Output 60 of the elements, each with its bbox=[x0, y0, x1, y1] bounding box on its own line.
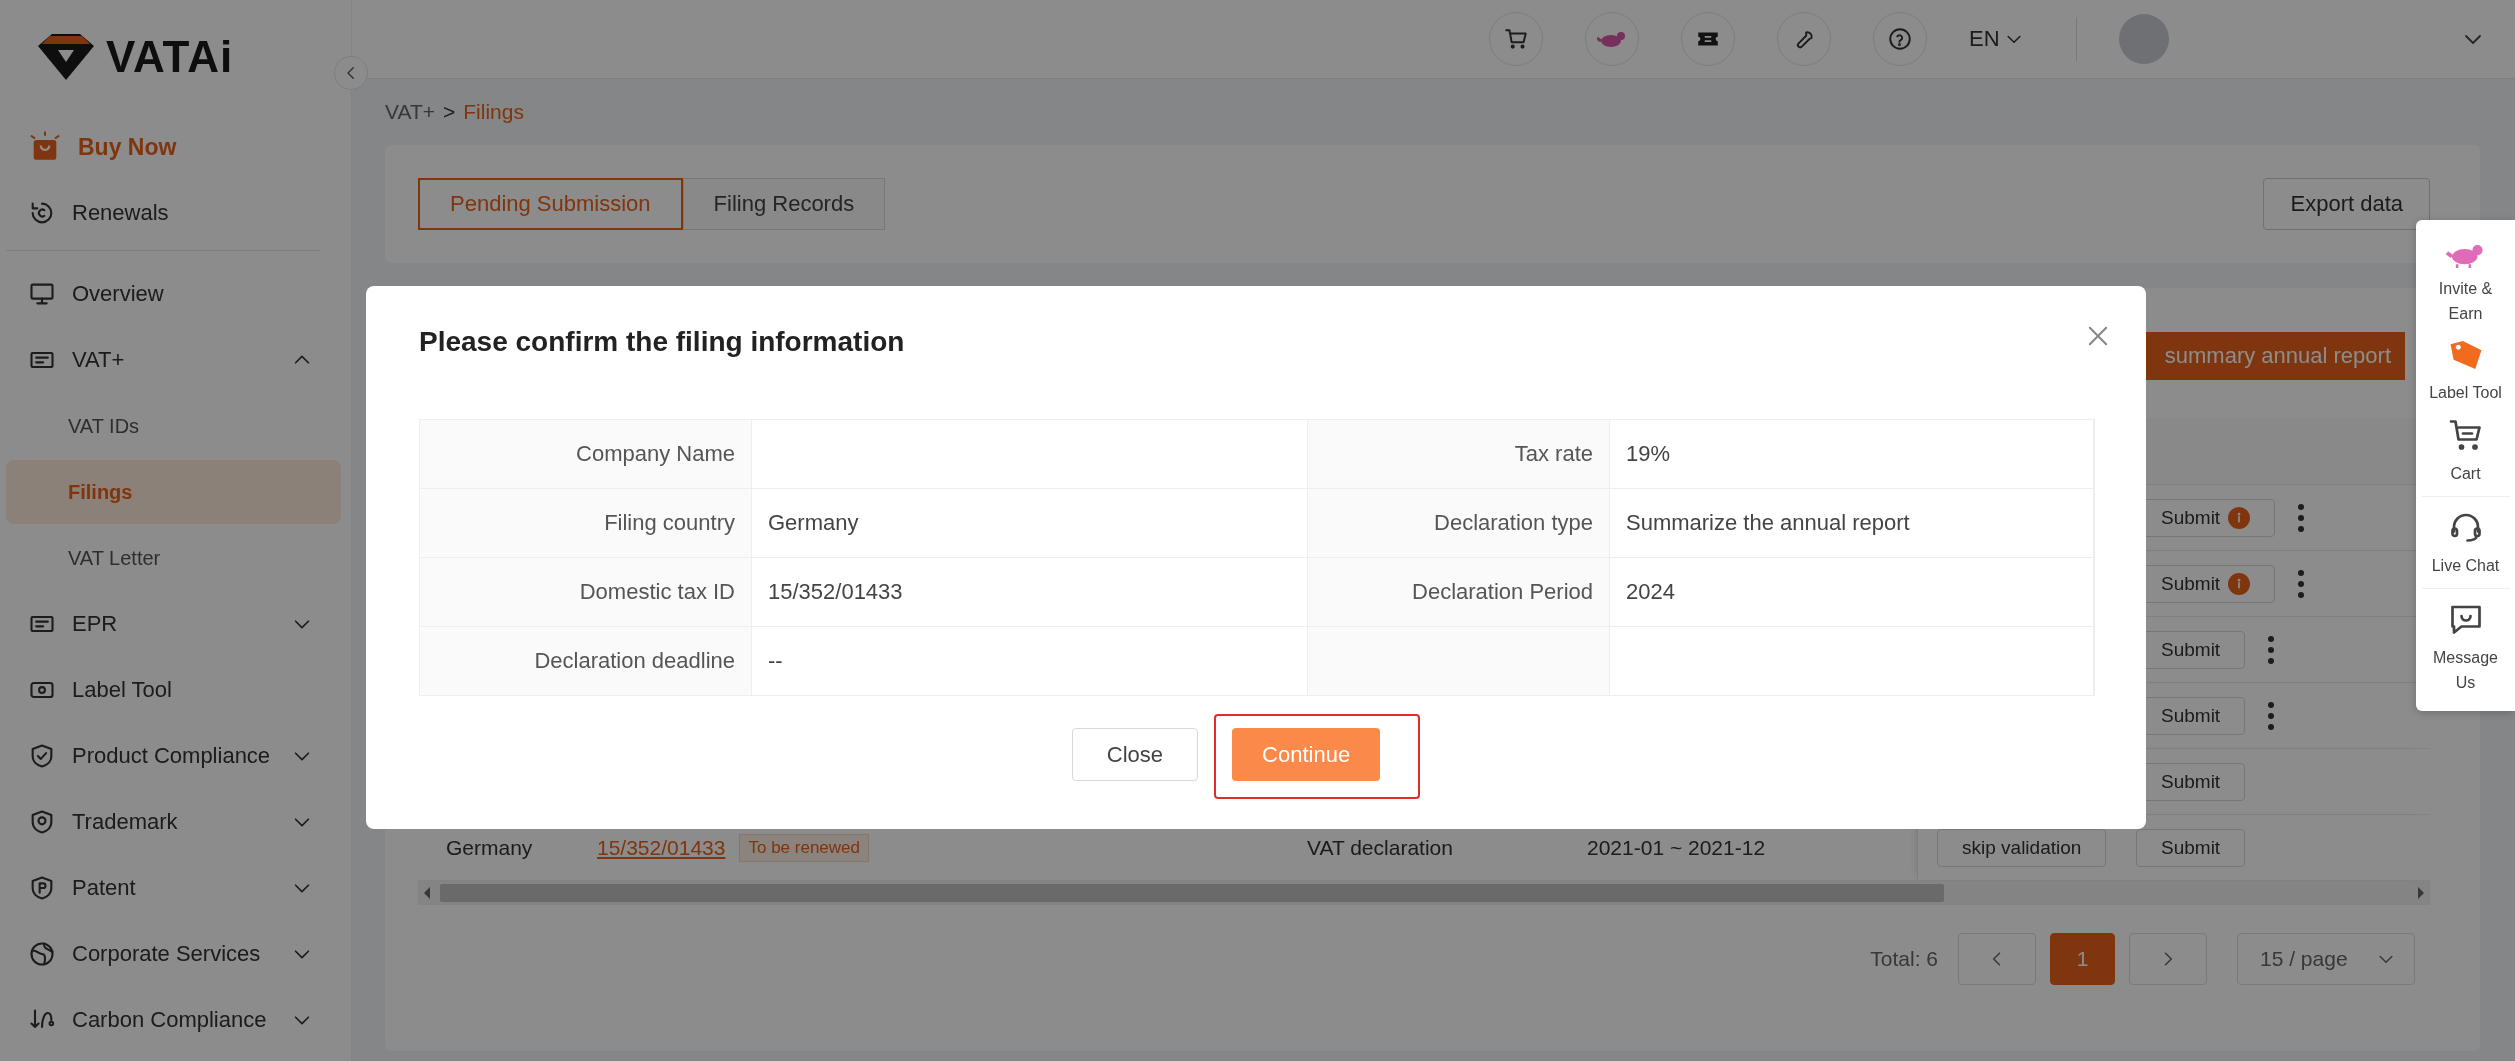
nav-item[interactable]: Buy Now bbox=[6, 115, 341, 179]
floating-panel-item[interactable]: Message Us bbox=[2421, 588, 2510, 705]
field-value: Summarize the annual report bbox=[1610, 489, 2094, 558]
more-icon[interactable] bbox=[2267, 634, 2276, 665]
nav-item[interactable]: Renewals bbox=[6, 181, 341, 245]
nav-item[interactable]: Corporate Services bbox=[6, 922, 341, 986]
nav-item[interactable]: Patent bbox=[6, 856, 341, 920]
nav-item[interactable]: VAT+ bbox=[6, 328, 341, 392]
field-value: 2024 bbox=[1610, 558, 2094, 627]
field-value: 15/352/01433 bbox=[752, 558, 1308, 627]
more-icon[interactable] bbox=[2267, 700, 2276, 731]
field-value: Germany bbox=[752, 489, 1308, 558]
table-cell: 2021-01 ~ 2021-12 bbox=[1587, 835, 1766, 859]
nav-item[interactable]: EPR bbox=[6, 592, 341, 656]
language-selector[interactable]: EN bbox=[1969, 26, 2024, 52]
breadcrumb-separator: > bbox=[443, 100, 456, 124]
floating-panel-item[interactable]: Live Chat bbox=[2421, 496, 2510, 588]
logo-icon bbox=[36, 32, 96, 82]
cart-icon bbox=[2447, 417, 2484, 453]
field-label: Declaration Period bbox=[1308, 558, 1610, 627]
total-count: Total: 6 bbox=[1870, 947, 1938, 971]
logo-text: VATAi bbox=[106, 32, 234, 82]
tab[interactable]: Pending Submission bbox=[418, 178, 683, 230]
floating-panel-item[interactable]: Cart bbox=[2421, 415, 2510, 496]
field-label: Declaration type bbox=[1308, 489, 1610, 558]
help-icon bbox=[1887, 26, 1913, 52]
close-button[interactable]: Close bbox=[1071, 728, 1199, 781]
cart-icon bbox=[1503, 26, 1529, 52]
globe-icon bbox=[28, 940, 56, 968]
field-value: 19% bbox=[1610, 420, 2094, 489]
more-icon[interactable] bbox=[2297, 568, 2306, 599]
field-label: Filing country bbox=[420, 489, 752, 558]
tab[interactable]: Filing Records bbox=[682, 178, 886, 230]
breadcrumb-item[interactable]: VAT+ bbox=[385, 100, 435, 124]
submit-button[interactable]: Submit bbox=[2136, 828, 2246, 867]
field-label: Declaration deadline bbox=[420, 627, 752, 696]
horizontal-scrollbar[interactable] bbox=[418, 881, 2430, 905]
field-label: Domestic tax ID bbox=[420, 558, 752, 627]
floating-panel-item[interactable]: Label Tool bbox=[2421, 336, 2510, 415]
nav-item[interactable]: Carbon Compliance bbox=[6, 988, 341, 1052]
field-label: Tax rate bbox=[1308, 420, 1610, 489]
table-cell: Germany bbox=[446, 835, 533, 859]
nav-item[interactable]: Label Tool bbox=[6, 658, 341, 722]
page-size-select[interactable]: 15 / page bbox=[2237, 933, 2415, 985]
field-label: Company Name bbox=[420, 420, 752, 489]
nav-item[interactable]: Trademark bbox=[6, 790, 341, 854]
sub-nav-item[interactable]: VAT IDs bbox=[6, 394, 341, 458]
status-tag: To be renewed bbox=[739, 833, 869, 862]
field-value: -- bbox=[752, 627, 1308, 696]
nav-item[interactable]: Product Compliance bbox=[6, 724, 341, 788]
page-button[interactable]: 1 bbox=[2050, 933, 2115, 985]
more-icon[interactable] bbox=[2297, 502, 2306, 533]
tax-id-link[interactable]: 15/352/01433 bbox=[597, 835, 726, 860]
sub-nav-item[interactable]: VAT Letter bbox=[6, 526, 341, 590]
floating-panel-item[interactable]: Invite & Earn bbox=[2421, 238, 2510, 336]
export-button[interactable]: Export data bbox=[2263, 178, 2430, 230]
nav-item[interactable]: Overview bbox=[6, 262, 341, 326]
skip-validation-button[interactable]: skip validation bbox=[1937, 828, 2107, 867]
dialog-title: Please confirm the filing information bbox=[419, 326, 906, 358]
table-cell: VAT declaration bbox=[1307, 835, 1453, 859]
